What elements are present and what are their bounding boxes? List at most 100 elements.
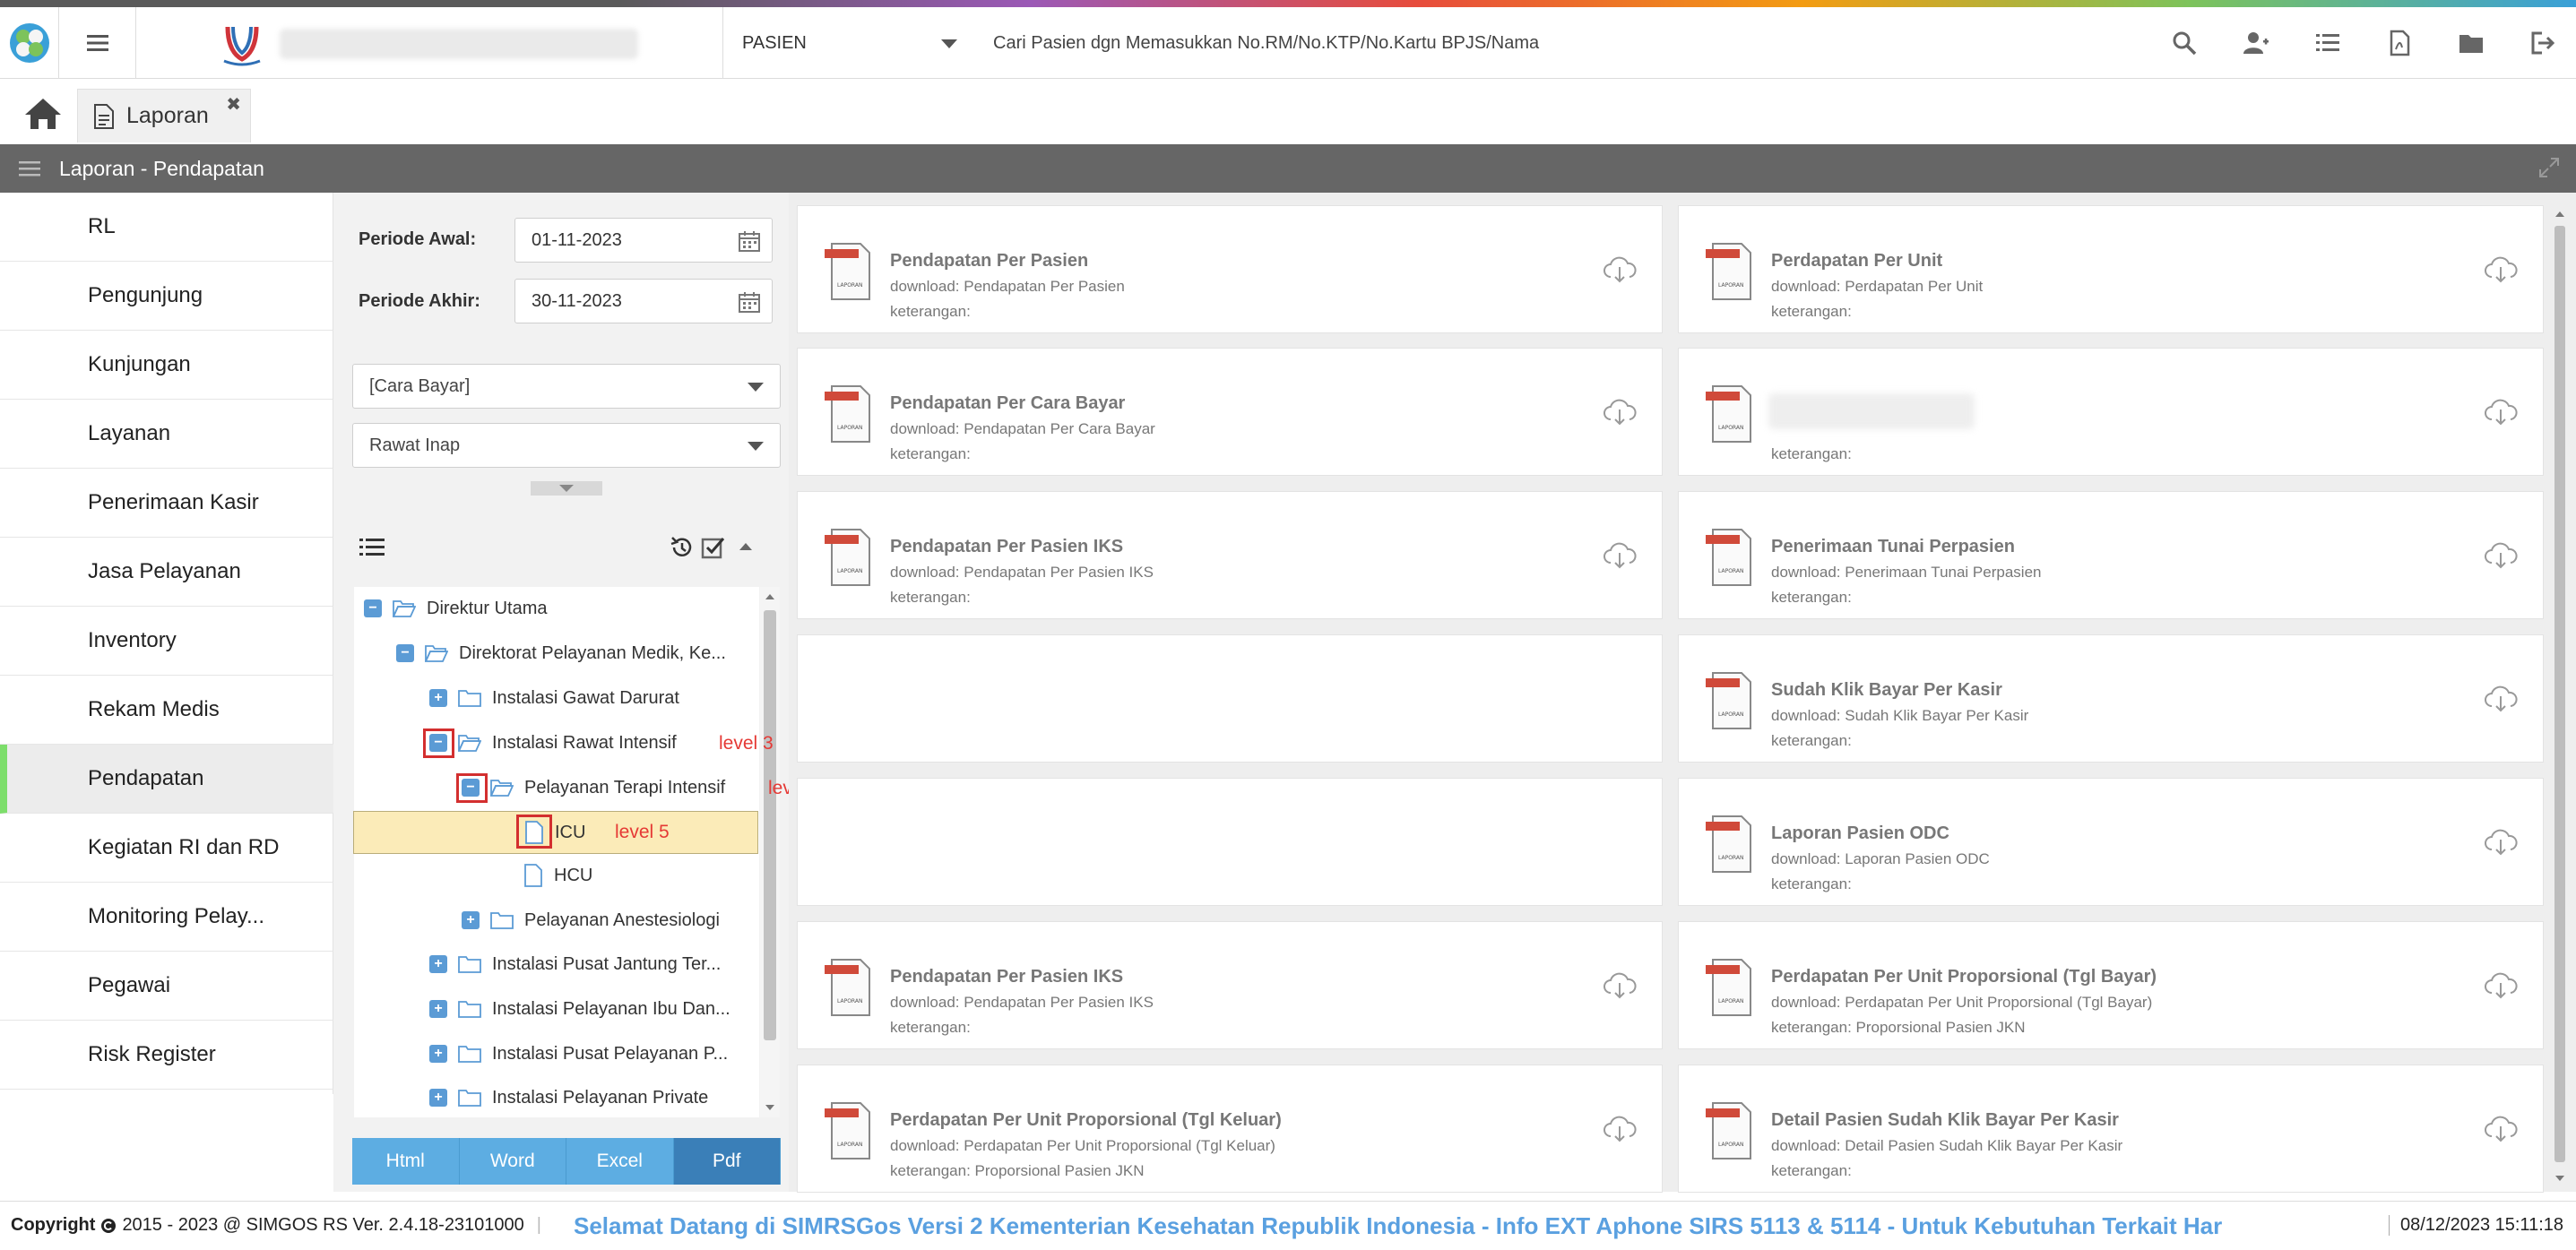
tree-node-instalasi-pelayanan-private[interactable]: + Instalasi Pelayanan Private: [429, 1078, 708, 1117]
sidebar-item-rekam-medis[interactable]: Rekam Medis: [0, 676, 333, 745]
add-user-icon[interactable]: [2243, 30, 2269, 56]
expand-icon[interactable]: +: [429, 1089, 447, 1107]
chevron-up-icon[interactable]: [765, 592, 775, 601]
expand-icon[interactable]: +: [429, 689, 447, 707]
sidebar-item-rl[interactable]: RL: [0, 193, 333, 262]
list-icon[interactable]: [359, 537, 385, 558]
calendar-icon[interactable]: [738, 229, 761, 253]
collapse-icon[interactable]: −: [396, 644, 414, 662]
cloud-download-icon[interactable]: [1603, 255, 1637, 284]
report-card[interactable]: LAPORAN Perdapatan Per Unit Proporsional…: [797, 1065, 1663, 1193]
collapse-filter-handle[interactable]: [531, 481, 602, 496]
sidebar-item-pendapatan[interactable]: Pendapatan: [0, 745, 333, 814]
report-card[interactable]: LAPORAN Penerimaan Tunai Perpasien downl…: [1678, 491, 2544, 619]
app-logo[interactable]: [0, 7, 59, 79]
check-all-icon[interactable]: [700, 535, 725, 560]
cloud-download-icon[interactable]: [1603, 398, 1637, 427]
cloud-download-icon[interactable]: [1603, 541, 1637, 570]
report-card[interactable]: LAPORAN Perdapatan Per Unit Proporsional…: [1678, 921, 2544, 1049]
calendar-icon[interactable]: [738, 290, 761, 314]
sidebar-item-pengunjung[interactable]: Pengunjung: [0, 262, 333, 331]
tree-node-pelayanan-anestesiologi[interactable]: + Pelayanan Anestesiologi: [462, 901, 720, 940]
cloud-download-icon[interactable]: [2484, 398, 2518, 427]
export-html-button[interactable]: Html: [352, 1138, 460, 1185]
folder-icon[interactable]: [2458, 30, 2485, 56]
expand-icon[interactable]: +: [462, 911, 480, 929]
tab-laporan[interactable]: Laporan ✖: [77, 89, 251, 142]
report-card[interactable]: LAPORAN Pendapatan Per Pasien IKS downlo…: [797, 491, 1663, 619]
report-card[interactable]: LAPORAN Sudah Klik Bayar Per Kasir downl…: [1678, 634, 2544, 763]
tree-node-icu[interactable]: ICU: [353, 811, 758, 854]
cara-bayar-value: [Cara Bayar]: [369, 375, 471, 396]
sidebar-item-monitoring[interactable]: Monitoring Pelay...: [0, 883, 333, 952]
sidebar-item-pegawai[interactable]: Pegawai: [0, 952, 333, 1021]
search-icon[interactable]: [2171, 30, 2198, 56]
expand-icon[interactable]: [2538, 157, 2560, 178]
tree-node-instalasi-rawat-intensif[interactable]: − Instalasi Rawat Intensif: [429, 723, 677, 763]
report-card[interactable]: LAPORAN Laporan Pasien ODC download: Lap…: [1678, 778, 2544, 906]
menu-toggle-button[interactable]: [59, 7, 136, 79]
svg-text:LAPORAN: LAPORAN: [1718, 425, 1743, 431]
tree-scrollbar[interactable]: [760, 587, 780, 1117]
tree-node-instalasi-gawat-darurat[interactable]: + Instalasi Gawat Darurat: [429, 678, 679, 718]
cloud-download-icon[interactable]: [2484, 685, 2518, 713]
cloud-download-icon[interactable]: [2484, 1115, 2518, 1143]
export-word-button[interactable]: Word: [459, 1138, 566, 1185]
cloud-download-icon[interactable]: [1603, 1115, 1637, 1143]
periode-akhir-input[interactable]: 30-11-2023: [514, 279, 773, 323]
export-pdf-button[interactable]: Pdf: [673, 1138, 781, 1185]
logout-icon[interactable]: [2529, 30, 2556, 56]
cloud-download-icon[interactable]: [2484, 255, 2518, 284]
svg-text:LAPORAN: LAPORAN: [1718, 282, 1743, 289]
tree-node-pelayanan-terapi-intensif[interactable]: − Pelayanan Terapi Intensif: [462, 768, 725, 807]
patient-search-input[interactable]: Cari Pasien dgn Memasukkan No.RM/No.KTP/…: [993, 7, 1539, 79]
history-icon[interactable]: [670, 535, 695, 560]
sidebar-item-kunjungan[interactable]: Kunjungan: [0, 331, 333, 400]
tree-node-direktorat-pelayanan[interactable]: − Direktorat Pelayanan Medik, Ke...: [396, 634, 726, 673]
expand-icon[interactable]: +: [429, 955, 447, 973]
periode-awal-input[interactable]: 01-11-2023: [514, 218, 773, 263]
report-download: download: Detail Pasien Sudah Klik Bayar…: [1771, 1137, 2123, 1154]
report-card[interactable]: LAPORAN keterangan:: [1678, 348, 2544, 476]
tree-node-instalasi-pusat-jantung[interactable]: + Instalasi Pusat Jantung Ter...: [429, 944, 721, 984]
sidebar-item-kegiatan-ri-rd[interactable]: Kegiatan RI dan RD: [0, 814, 333, 883]
jenis-rawat-select[interactable]: Rawat Inap: [352, 423, 781, 468]
pdf-icon[interactable]: [2386, 30, 2413, 56]
cloud-download-icon[interactable]: [1603, 971, 1637, 1000]
report-card[interactable]: LAPORAN Pendapatan Per Cara Bayar downlo…: [797, 348, 1663, 476]
expand-icon[interactable]: +: [429, 1000, 447, 1018]
export-excel-button[interactable]: Excel: [566, 1138, 674, 1185]
report-card[interactable]: LAPORAN Perdapatan Per Unit download: Pe…: [1678, 205, 2544, 333]
folder-icon: [458, 1001, 481, 1018]
collapse-icon[interactable]: −: [364, 599, 382, 617]
chevron-down-icon[interactable]: [765, 1103, 775, 1112]
sidebar-item-penerimaan-kasir[interactable]: Penerimaan Kasir: [0, 469, 333, 538]
chevron-up-icon[interactable]: [2554, 210, 2565, 219]
cloud-download-icon[interactable]: [2484, 541, 2518, 570]
report-card-empty: [797, 634, 1663, 763]
panel-menu-button[interactable]: [0, 160, 59, 177]
sidebar-item-jasa-pelayanan[interactable]: Jasa Pelayanan: [0, 538, 333, 607]
content-scrollbar[interactable]: [2551, 208, 2569, 1185]
list-icon[interactable]: [2314, 30, 2341, 56]
tree-node-hcu[interactable]: HCU: [523, 856, 592, 895]
tree-node-instalasi-pusat-pelayanan[interactable]: + Instalasi Pusat Pelayanan P...: [429, 1034, 728, 1073]
tree-node-direktur-utama[interactable]: − Direktur Utama: [364, 589, 547, 628]
search-type-select[interactable]: PASIEN: [724, 7, 971, 79]
cara-bayar-select[interactable]: [Cara Bayar]: [352, 364, 781, 409]
sidebar-item-inventory[interactable]: Inventory: [0, 607, 333, 676]
cloud-download-icon[interactable]: [2484, 828, 2518, 857]
chevron-down-icon[interactable]: [2554, 1174, 2565, 1183]
sidebar-item-risk-register[interactable]: Risk Register: [0, 1021, 333, 1090]
sidebar-item-layanan[interactable]: Layanan: [0, 400, 333, 469]
report-card[interactable]: LAPORAN Detail Pasien Sudah Klik Bayar P…: [1678, 1065, 2544, 1193]
report-card[interactable]: LAPORAN Pendapatan Per Pasien download: …: [797, 205, 1663, 333]
tree-node-label: Instalasi Pusat Jantung Ter...: [492, 953, 722, 974]
cloud-download-icon[interactable]: [2484, 971, 2518, 1000]
tree-node-instalasi-pelayanan-ibu[interactable]: + Instalasi Pelayanan Ibu Dan...: [429, 989, 730, 1029]
home-icon[interactable]: [23, 96, 63, 132]
expand-icon[interactable]: +: [429, 1045, 447, 1063]
close-icon[interactable]: ✖: [226, 93, 241, 116]
report-card[interactable]: LAPORAN Pendapatan Per Pasien IKS downlo…: [797, 921, 1663, 1049]
chevron-up-icon[interactable]: [738, 540, 754, 553]
